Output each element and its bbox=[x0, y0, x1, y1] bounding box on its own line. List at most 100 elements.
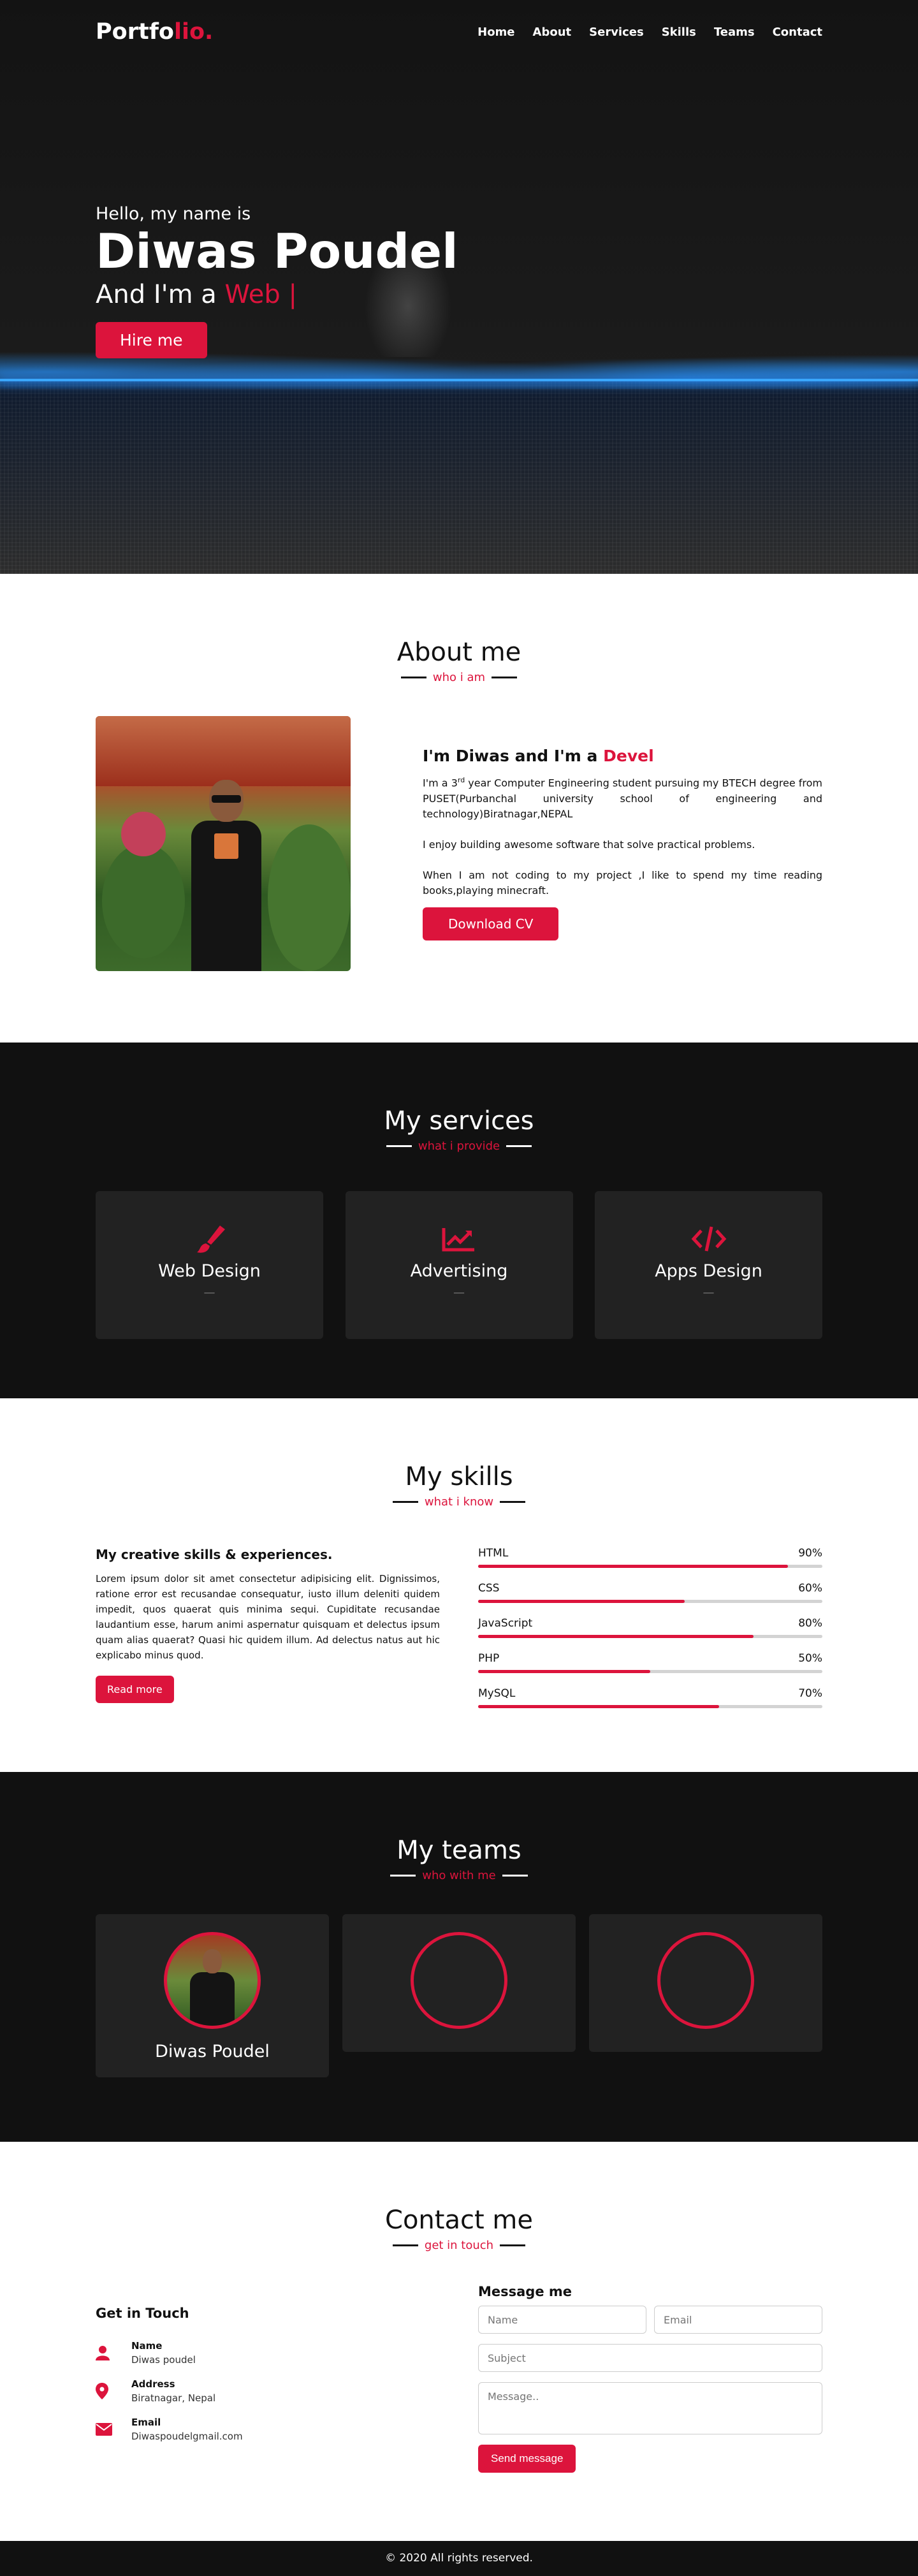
photo-temple-roof bbox=[96, 716, 351, 786]
contact-title-block: Contact me get in touch bbox=[96, 2206, 822, 2252]
hero-name: Diwas Poudel bbox=[96, 223, 458, 279]
contact-value: Diwas poudel bbox=[131, 2354, 196, 2366]
contact-title: Contact me bbox=[385, 2206, 533, 2235]
download-cv-button[interactable]: Download CV bbox=[423, 907, 559, 940]
skill-bars: HTML 90% CSS 60% JavaScript 80% PHP 50% MySQ… bbox=[478, 1547, 822, 1722]
about-headline-prefix: I'm Diwas and I'm a bbox=[423, 747, 598, 766]
skills-text: My creative skills & experiences. Lorem … bbox=[96, 1547, 440, 1722]
service-name: Web Design bbox=[158, 1261, 261, 1281]
service-card-web-design[interactable]: Web Design — bbox=[96, 1191, 323, 1339]
chart-line-icon bbox=[440, 1223, 478, 1255]
hire-me-button[interactable]: Hire me bbox=[96, 322, 207, 358]
blue-light-line bbox=[0, 379, 918, 381]
nav-home[interactable]: Home bbox=[477, 26, 514, 39]
title-divider-left bbox=[392, 1501, 418, 1503]
title-divider-right bbox=[492, 677, 518, 678]
skill-fill bbox=[478, 1635, 754, 1638]
nav-services[interactable]: Services bbox=[589, 26, 644, 39]
hero-role-prefix: And I'm a bbox=[96, 280, 217, 309]
service-card-apps-design[interactable]: Apps Design — bbox=[595, 1191, 822, 1339]
title-divider-left bbox=[386, 1145, 412, 1147]
skill-name: HTML bbox=[478, 1547, 509, 1560]
hero-role-typing: Web | bbox=[224, 280, 297, 309]
skill-bar-mysql: MySQL 70% bbox=[478, 1687, 822, 1708]
skill-fill bbox=[478, 1565, 788, 1568]
get-in-touch-heading: Get in Touch bbox=[96, 2306, 189, 2321]
team-avatar-empty bbox=[657, 1932, 754, 2029]
service-desc: — bbox=[453, 1286, 465, 1299]
map-marker-icon bbox=[96, 2378, 131, 2404]
photo-person bbox=[191, 780, 261, 971]
navbar: Portfolio. Home About Services Skills Te… bbox=[0, 0, 918, 64]
contact-label: Address bbox=[131, 2378, 175, 2390]
service-card-advertising[interactable]: Advertising — bbox=[345, 1191, 573, 1339]
team-card-empty[interactable] bbox=[589, 1914, 822, 2052]
team-card-member[interactable]: Diwas Poudel bbox=[96, 1914, 329, 2077]
about-content: I'm Diwas and I'm a Devel I'm a 3rd year… bbox=[96, 716, 822, 971]
nav-about[interactable]: About bbox=[533, 26, 572, 39]
contact-value: Diwaspoudelgmail.com bbox=[131, 2431, 243, 2442]
message-field[interactable] bbox=[478, 2382, 822, 2434]
skill-bar-php: PHP 50% bbox=[478, 1652, 822, 1673]
contact-item-address: Address Biratnagar, Nepal bbox=[96, 2378, 440, 2404]
hero-role: And I'm a Web | bbox=[96, 280, 458, 309]
title-divider-left bbox=[392, 2244, 418, 2246]
email-field[interactable] bbox=[654, 2306, 822, 2334]
title-divider-right bbox=[502, 1875, 528, 1877]
skill-percent: 80% bbox=[798, 1617, 822, 1630]
teams-subtitle-row: who with me bbox=[390, 1869, 528, 1882]
services-title-block: My services what i provide bbox=[96, 1106, 822, 1153]
photo-sunglasses bbox=[212, 795, 241, 803]
service-name: Advertising bbox=[410, 1261, 508, 1281]
name-field[interactable] bbox=[478, 2306, 646, 2334]
team-member-name: Diwas Poudel bbox=[155, 2042, 270, 2061]
services-title: My services bbox=[384, 1106, 534, 1136]
skill-percent: 60% bbox=[798, 1582, 822, 1595]
skill-track bbox=[478, 1600, 822, 1603]
service-desc: — bbox=[703, 1286, 715, 1299]
skill-fill bbox=[478, 1670, 650, 1673]
profile-photo bbox=[96, 716, 351, 971]
user-icon bbox=[96, 2340, 131, 2366]
contact-item-email: Email Diwaspoudelgmail.com bbox=[96, 2417, 440, 2442]
nav-skills[interactable]: Skills bbox=[662, 26, 696, 39]
envelope-icon bbox=[96, 2417, 131, 2442]
about-headline-typing: Devel bbox=[603, 747, 654, 766]
about-title-block: About me who i am bbox=[96, 638, 822, 684]
team-avatar bbox=[164, 1932, 261, 2029]
skill-percent: 50% bbox=[798, 1652, 822, 1665]
about-paragraph-1: I'm a 3rd year Computer Engineering stud… bbox=[423, 773, 822, 821]
contact-subtitle: get in touch bbox=[424, 2239, 494, 2252]
nav-menu: Home About Services Skills Teams Contact bbox=[477, 26, 822, 39]
team-avatar-empty bbox=[411, 1932, 507, 2029]
skills-title-block: My skills what i know bbox=[96, 1462, 822, 1509]
logo[interactable]: Portfolio. bbox=[96, 19, 213, 45]
skill-track bbox=[478, 1635, 822, 1638]
skill-fill bbox=[478, 1600, 685, 1603]
home-section: Hello, my name is Diwas Poudel And I'm a… bbox=[0, 0, 918, 574]
read-more-button[interactable]: Read more bbox=[96, 1676, 174, 1703]
skill-bar-javascript: JavaScript 80% bbox=[478, 1617, 822, 1638]
skills-content: My creative skills & experiences. Lorem … bbox=[96, 1547, 822, 1722]
photo-foliage-left bbox=[102, 844, 185, 958]
team-card-empty[interactable] bbox=[342, 1914, 576, 2052]
contact-label: Name bbox=[131, 2340, 163, 2352]
message-me-heading: Message me bbox=[478, 2284, 572, 2299]
services-section: My services what i provide Web Design — … bbox=[0, 1043, 918, 1398]
hero-floor-texture bbox=[0, 380, 918, 574]
contact-value: Biratnagar, Nepal bbox=[131, 2392, 216, 2404]
about-paragraph-3: When I am not coding to my project ,I li… bbox=[423, 868, 822, 896]
avatar-shirt bbox=[190, 1972, 235, 2026]
nav-teams[interactable]: Teams bbox=[714, 26, 755, 39]
nav-contact[interactable]: Contact bbox=[773, 26, 822, 39]
title-divider-left bbox=[390, 1875, 416, 1877]
contact-content: Get in Touch Name Diwas poudel Address Bir… bbox=[96, 2284, 822, 2473]
about-subtitle-row: who i am bbox=[400, 671, 518, 684]
photo-flowers bbox=[121, 812, 166, 856]
skill-percent: 90% bbox=[798, 1547, 822, 1560]
send-message-button[interactable]: Send message bbox=[478, 2445, 576, 2473]
subject-field[interactable] bbox=[478, 2344, 822, 2372]
about-para1-rest: year Computer Engineering student pursui… bbox=[423, 777, 823, 820]
services-subtitle: what i provide bbox=[418, 1139, 500, 1153]
teams-section: My teams who with me Diwas Poudel bbox=[0, 1772, 918, 2142]
